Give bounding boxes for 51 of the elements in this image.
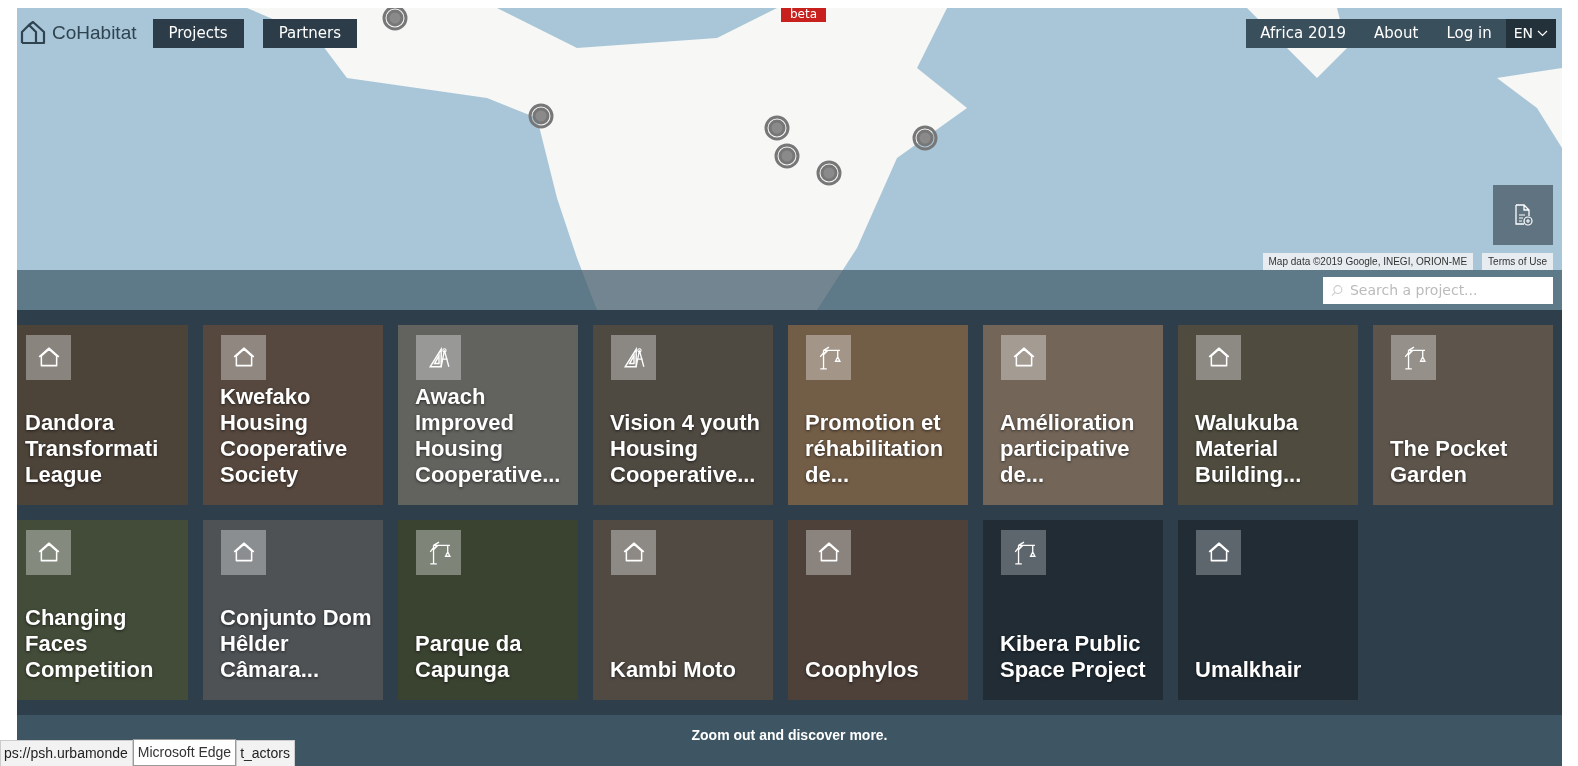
house-logo-icon <box>20 21 46 46</box>
project-tile[interactable]: Kibera Public Space Project <box>983 520 1163 700</box>
nav-link[interactable]: About <box>1360 19 1433 48</box>
project-tile[interactable]: Coophylos <box>788 520 968 700</box>
project-title: The Pocket Garden <box>1390 436 1509 488</box>
project-tile[interactable]: Amélioration participative de... <box>983 325 1163 505</box>
project-title: Parque da Capunga <box>415 631 523 683</box>
project-title: Amélioration participative de... <box>1000 410 1136 488</box>
project-tile[interactable]: Dandora Transformati League <box>17 325 188 505</box>
nav-link[interactable]: Log in <box>1432 19 1506 48</box>
project-tile[interactable]: Kwefako Housing Cooperative Society <box>203 325 383 505</box>
project-title: Awach Improved Housing Cooperative... <box>415 384 562 488</box>
project-tile[interactable]: Promotion et réhabilitation de... <box>788 325 968 505</box>
search-icon <box>1331 283 1343 297</box>
map-attribution: Map data ©2019 Google, INEGI, ORION-ME <box>1262 253 1474 270</box>
project-tile[interactable]: Umalkhair <box>1178 520 1358 700</box>
nav-link[interactable]: Partners <box>262 19 357 48</box>
add-document-button[interactable] <box>1493 185 1553 245</box>
project-tile[interactable]: Vision 4 youth Housing Cooperative... <box>593 325 773 505</box>
tooltip: Microsoft Edge <box>132 739 237 766</box>
project-title: Walukuba Material Building... <box>1195 410 1303 488</box>
project-tile[interactable]: Changing Faces Competition <box>17 520 188 700</box>
search-field[interactable]: Search a project... <box>1347 278 1545 302</box>
caret-icon <box>1537 29 1548 37</box>
add-document-icon <box>1513 204 1533 226</box>
project-title: Vision 4 youth Housing Cooperative... <box>610 410 761 488</box>
terms-link[interactable]: Terms of Use <box>1482 253 1553 270</box>
project-title: Dandora Transformati League <box>25 410 160 488</box>
project-title: Conjunto Dom Hêlder Câmara... <box>220 605 373 683</box>
brand-name[interactable]: CoHabitat <box>52 19 137 48</box>
nav-link[interactable]: Projects <box>152 19 244 48</box>
project-tile[interactable]: The Pocket Garden <box>1373 325 1553 505</box>
beta-badge: beta <box>781 8 827 22</box>
project-tile[interactable]: Awach Improved Housing Cooperative... <box>398 325 578 505</box>
project-title: Kibera Public Space Project <box>1000 631 1147 683</box>
language-dropdown[interactable]: EN <box>1505 19 1556 48</box>
project-title: Promotion et réhabilitation de... <box>805 410 945 488</box>
project-title: Kwefako Housing Cooperative Society <box>220 384 349 488</box>
search-field[interactable]: Search a project... <box>1323 276 1553 304</box>
project-title: Umalkhair <box>1195 657 1303 683</box>
project-title: Kambi Moto <box>610 657 737 683</box>
status-url: ps://psh.urbamonde <box>0 740 133 766</box>
project-tile[interactable]: Kambi Moto <box>593 520 773 700</box>
project-tile[interactable]: Parque da Capunga <box>398 520 578 700</box>
project-tile[interactable]: Conjunto Dom Hêlder Câmara... <box>203 520 383 700</box>
project-title: Coophylos <box>805 657 920 683</box>
status-url: t_actors <box>236 740 295 766</box>
footer-text: Zoom out and discover more. <box>691 726 888 745</box>
project-tile[interactable]: Walukuba Material Building... <box>1178 325 1358 505</box>
project-title: Changing Faces Competition <box>25 605 155 683</box>
nav-link[interactable]: Africa 2019 <box>1246 19 1361 48</box>
